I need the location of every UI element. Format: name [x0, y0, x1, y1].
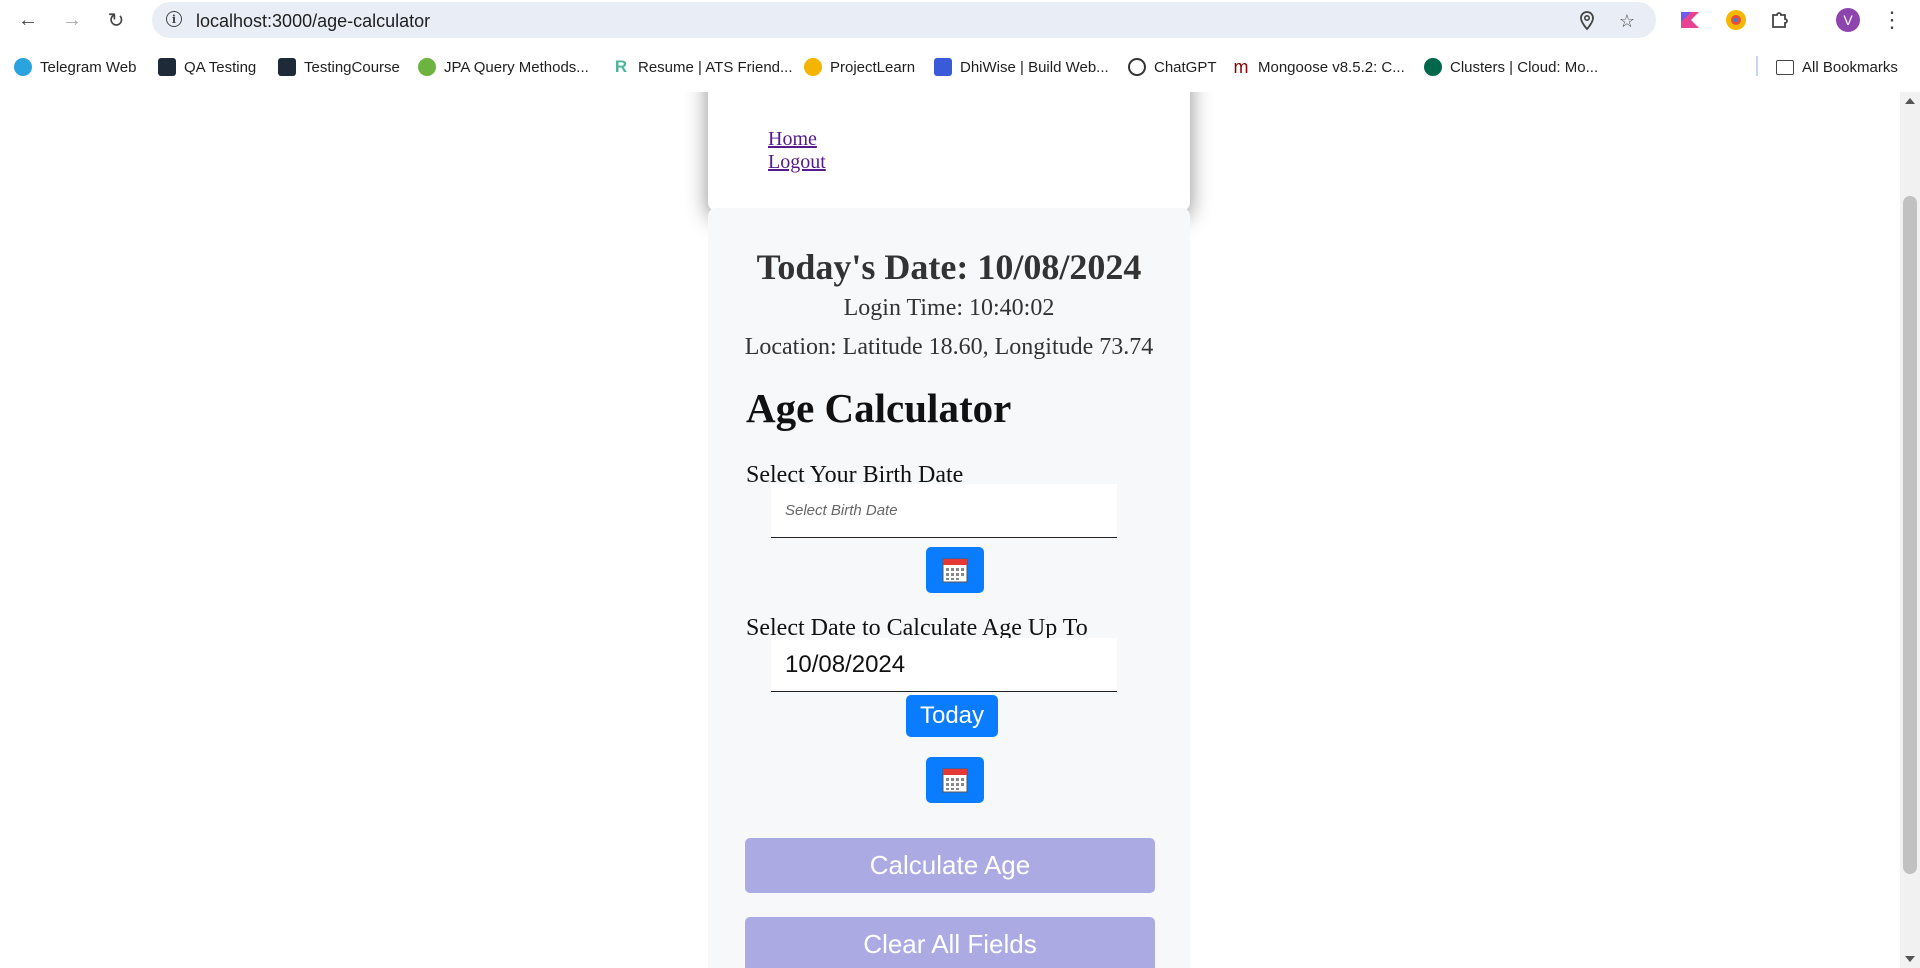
bookmark-label: Telegram Web — [40, 58, 137, 76]
logout-link[interactable]: Logout — [768, 151, 826, 174]
bookmark-projectlearn[interactable]: ProjectLearn — [804, 56, 915, 78]
page-viewport: Home Logout Today's Date: 10/08/2024 Log… — [0, 92, 1900, 968]
bookmark-star-icon[interactable]: ☆ — [1616, 10, 1638, 32]
address-bar[interactable]: i localhost:3000/age-calculator ☆ — [152, 2, 1656, 38]
dhiwise-icon — [934, 58, 952, 76]
bookmark-mongoose[interactable]: m Mongoose v8.5.2: C... — [1232, 56, 1405, 78]
calendar-icon — [942, 558, 968, 583]
profile-avatar[interactable]: V — [1836, 8, 1860, 32]
forward-icon[interactable]: → — [60, 8, 84, 32]
bookmark-telegram[interactable]: Telegram Web — [14, 56, 136, 78]
bookmark-label: TestingCourse — [304, 58, 400, 76]
calculate-age-button[interactable]: Calculate Age — [745, 838, 1155, 893]
scroll-down-arrow-icon[interactable] — [1905, 956, 1915, 962]
browser-toolbar: ← → ↻ i localhost:3000/age-calculator ☆ … — [0, 0, 1920, 40]
todays-date-heading: Today's Date: 10/08/2024 — [756, 247, 1142, 287]
bookmarks-separator — [1756, 56, 1758, 76]
chatgpt-icon — [1128, 58, 1146, 76]
bookmark-label: Mongoose v8.5.2: C... — [1258, 58, 1405, 76]
scrollbar-thumb[interactable] — [1903, 196, 1917, 874]
site-info-icon[interactable]: i — [166, 11, 182, 27]
bookmark-label: ChatGPT — [1154, 58, 1217, 76]
course-icon — [158, 58, 176, 76]
birth-date-input[interactable] — [771, 484, 1117, 538]
back-icon[interactable]: ← — [16, 8, 40, 32]
bookmark-dhiwise[interactable]: DhiWise | Build Web... — [934, 56, 1109, 78]
browser-chrome: ← → ↻ i localhost:3000/age-calculator ☆ … — [0, 0, 1920, 92]
clear-fields-button[interactable]: Clear All Fields — [745, 917, 1155, 968]
folder-icon — [1776, 59, 1794, 75]
upto-date-input[interactable] — [771, 638, 1117, 692]
location-pin-icon[interactable] — [1576, 10, 1598, 32]
mongoose-m-icon: m — [1233, 57, 1249, 77]
all-bookmarks-label: All Bookmarks — [1802, 58, 1898, 76]
bookmark-jpa[interactable]: JPA Query Methods... — [418, 56, 589, 78]
nav-card: Home Logout — [708, 92, 1190, 212]
bookmark-label: QA Testing — [184, 58, 257, 76]
age-calculator-heading: Age Calculator — [746, 385, 1012, 431]
bookmark-clusters[interactable]: Clusters | Cloud: Mo... — [1424, 56, 1598, 78]
spring-leaf-icon — [418, 58, 436, 76]
bookmarks-bar: Telegram Web QA Testing TestingCourse JP… — [0, 52, 1920, 80]
extension-colorful-icon[interactable] — [1724, 8, 1748, 32]
projectlearn-icon — [804, 58, 822, 76]
bookmark-label: ProjectLearn — [830, 58, 916, 76]
bookmark-chatgpt[interactable]: ChatGPT — [1128, 56, 1217, 78]
upto-calendar-button[interactable] — [926, 757, 984, 803]
telegram-icon — [14, 58, 32, 76]
bookmark-testing-course[interactable]: TestingCourse — [278, 56, 400, 78]
scroll-up-arrow-icon[interactable] — [1905, 98, 1915, 104]
home-link[interactable]: Home — [768, 128, 817, 151]
all-bookmarks[interactable]: All Bookmarks — [1776, 56, 1898, 78]
extensions-puzzle-icon[interactable] — [1768, 8, 1792, 32]
bookmark-qa-testing[interactable]: QA Testing — [158, 56, 256, 78]
login-time: Login Time: 10:40:02 — [843, 295, 1055, 321]
age-calculator-card: Today's Date: 10/08/2024 Login Time: 10:… — [708, 208, 1190, 968]
today-button[interactable]: Today — [906, 695, 998, 737]
bookmark-label: Clusters | Cloud: Mo... — [1450, 58, 1599, 76]
birth-calendar-button[interactable] — [926, 547, 984, 593]
course-icon — [278, 58, 296, 76]
location-text: Location: Latitude 18.60, Longitude 73.7… — [744, 334, 1154, 360]
resume-r-icon: R — [614, 57, 628, 76]
url-text[interactable]: localhost:3000/age-calculator — [196, 11, 430, 32]
bookmark-label: Resume | ATS Friend... — [638, 58, 793, 76]
mongodb-leaf-icon — [1424, 58, 1442, 76]
calendar-icon — [942, 768, 968, 793]
extension-flag-icon[interactable] — [1678, 8, 1702, 32]
bookmark-label: JPA Query Methods... — [444, 58, 589, 76]
menu-kebab-icon[interactable]: ⋮ — [1880, 7, 1904, 32]
page-scrollbar[interactable] — [1900, 92, 1920, 968]
reload-icon[interactable]: ↻ — [104, 8, 128, 32]
bookmark-resume[interactable]: R Resume | ATS Friend... — [612, 56, 793, 78]
bookmark-label: DhiWise | Build Web... — [960, 58, 1109, 76]
